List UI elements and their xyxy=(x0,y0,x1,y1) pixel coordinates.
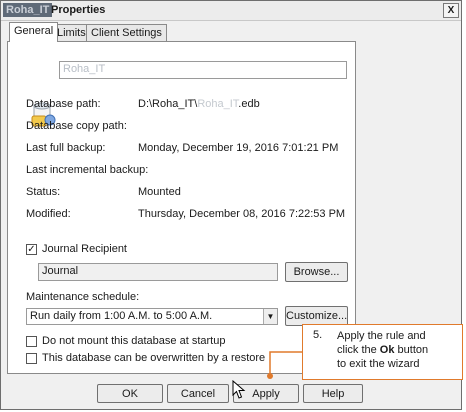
do-not-mount-label: Do not mount this database at startup xyxy=(42,335,226,347)
journal-recipient-field[interactable]: Journal xyxy=(38,263,278,281)
maintenance-schedule-value: Run daily from 1:00 A.M. to 5:00 A.M. xyxy=(30,310,213,322)
modified-value: Thursday, December 08, 2016 7:22:53 PM xyxy=(138,208,346,220)
status-label: Status: xyxy=(26,186,61,198)
journal-recipient-label: Journal Recipient xyxy=(42,243,127,255)
database-path-blurred: Roha_IT xyxy=(197,98,239,110)
maintenance-schedule-select[interactable]: Run daily from 1:00 A.M. to 5:00 A.M. ▼ xyxy=(26,308,278,325)
ok-button[interactable]: OK xyxy=(97,384,163,403)
mouse-cursor-icon xyxy=(232,380,246,399)
instruction-callout: 5. Apply the rule and click the Ok butto… xyxy=(302,324,463,380)
cancel-button[interactable]: Cancel xyxy=(167,384,229,403)
tab-general[interactable]: General xyxy=(9,22,59,42)
callout-line-3: to exit the wizard xyxy=(337,358,420,370)
status-value: Mounted xyxy=(138,186,181,198)
overwrite-by-restore-label: This database can be overwritten by a re… xyxy=(42,352,266,364)
last-full-backup-value: Monday, December 19, 2016 7:01:21 PM xyxy=(138,142,339,154)
tab-client-settings[interactable]: Client Settings xyxy=(86,24,167,41)
callout-text: Apply the rule and click the Ok button t… xyxy=(337,329,459,371)
browse-button[interactable]: Browse... xyxy=(285,262,348,282)
dropdown-arrow-icon[interactable]: ▼ xyxy=(263,309,277,324)
callout-line-1: Apply the rule and xyxy=(337,330,426,342)
journal-recipient-checkbox[interactable]: ✓ xyxy=(26,244,37,255)
database-path-label: Database path: xyxy=(26,98,101,110)
database-path-suffix: .edb xyxy=(238,98,260,110)
callout-pointer-dot xyxy=(267,373,273,379)
window-title: Properties xyxy=(51,4,106,16)
do-not-mount-checkbox[interactable] xyxy=(26,336,37,347)
database-path-value: D:\Roha_IT\Roha_IT.edb xyxy=(138,98,260,110)
modified-label: Modified: xyxy=(26,208,71,220)
callout-line-2-pre: click the xyxy=(337,344,380,356)
database-path-prefix: D:\Roha_IT\ xyxy=(138,98,198,110)
overwrite-by-restore-checkbox[interactable] xyxy=(26,353,37,364)
callout-step-number: 5. xyxy=(313,329,323,341)
title-bar: Roha_IT Properties X xyxy=(1,1,461,21)
last-incremental-backup-label: Last incremental backup: xyxy=(26,164,149,176)
maintenance-schedule-label: Maintenance schedule: xyxy=(26,291,140,303)
callout-line-2-post: button xyxy=(394,344,429,356)
database-copy-path-label: Database copy path: xyxy=(26,120,127,132)
last-full-backup-label: Last full backup: xyxy=(26,142,106,154)
title-blurred-db-name: Roha_IT xyxy=(3,3,53,17)
help-button[interactable]: Help xyxy=(303,384,363,403)
close-button[interactable]: X xyxy=(443,3,459,18)
callout-line-2-bold: Ok xyxy=(379,344,395,356)
customize-button[interactable]: Customize... xyxy=(285,306,348,326)
database-name-blurred: Roha_IT xyxy=(63,63,106,75)
database-name-field[interactable]: Roha_IT xyxy=(59,61,347,79)
callout-line-2: click the Ok button xyxy=(337,343,459,357)
